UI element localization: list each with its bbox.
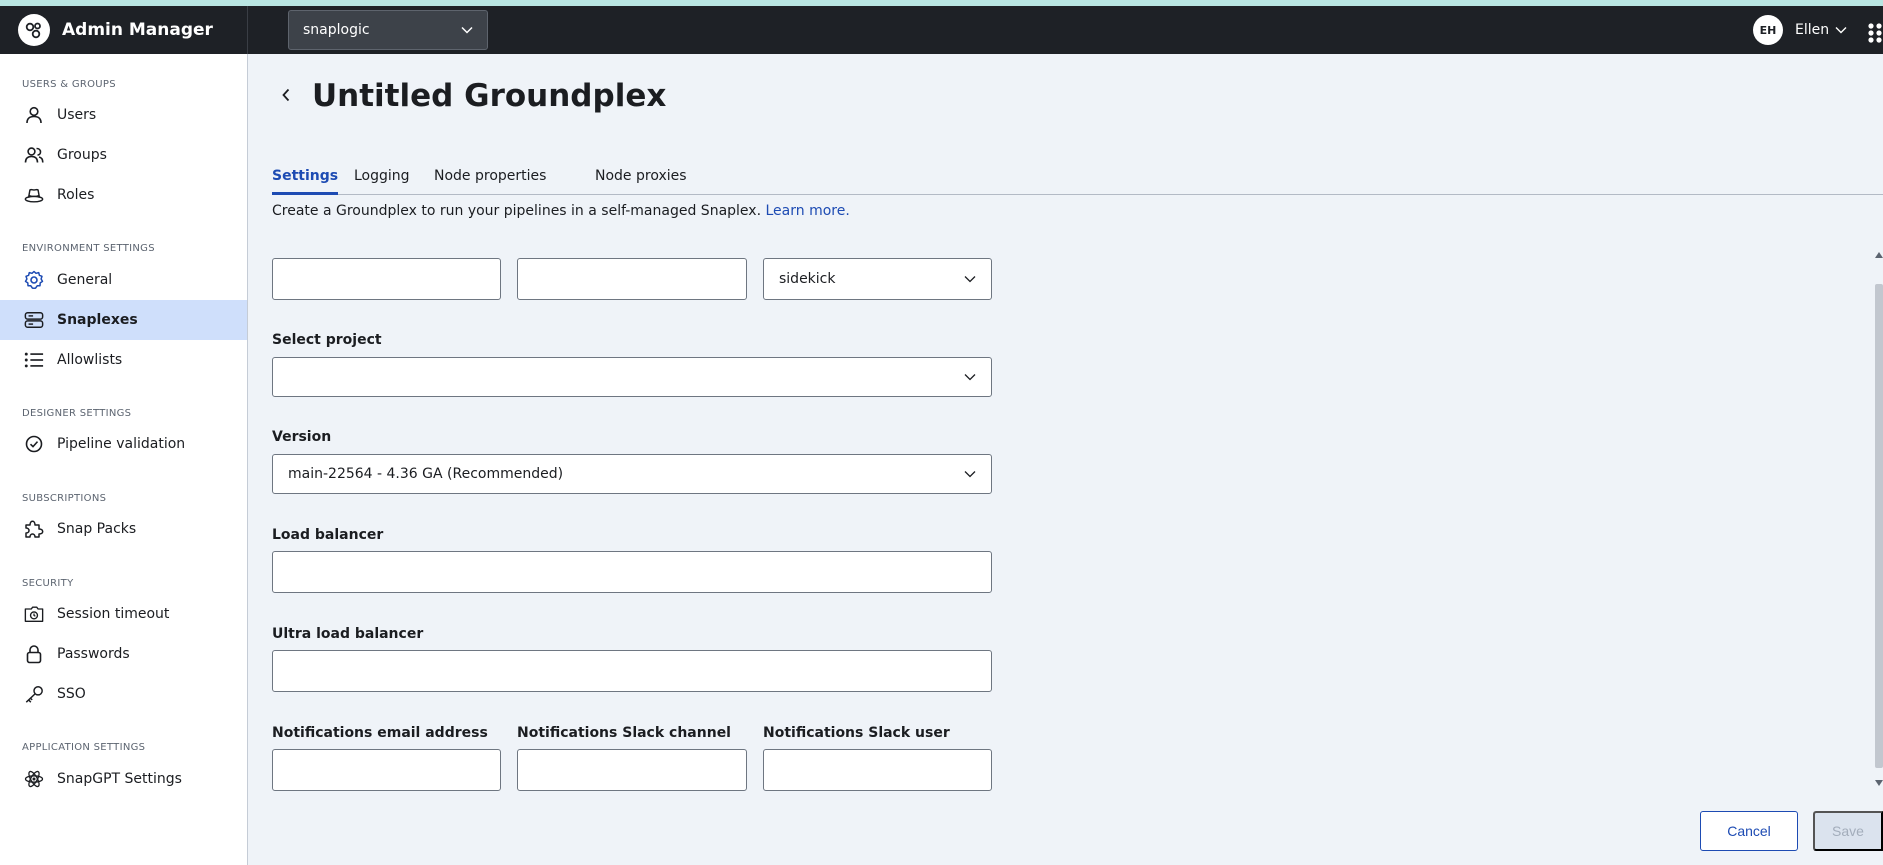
- user-menu[interactable]: EH Ellen: [1753, 15, 1847, 45]
- notifications-email-input[interactable]: [272, 749, 501, 791]
- sidebar-item-roles[interactable]: Roles: [0, 175, 247, 215]
- sidebar-item-label: Users: [57, 107, 97, 123]
- brand[interactable]: Admin Manager: [18, 14, 213, 46]
- timeout-icon: [24, 604, 44, 624]
- name-input[interactable]: [272, 258, 501, 300]
- sidebar-item-label: Passwords: [57, 646, 130, 662]
- sidebar-item-label: SnapGPT Settings: [57, 771, 182, 787]
- sidebar-item-label: Pipeline validation: [57, 436, 186, 452]
- sidebar-item-label: Snaplexes: [57, 312, 138, 328]
- node-type-value: sidekick: [779, 271, 836, 287]
- sidebar-item-snaplexes[interactable]: Snaplexes: [0, 300, 247, 340]
- notifications-slack-channel-input[interactable]: [517, 749, 747, 791]
- version-value: main-22564 - 4.36 GA (Recommended): [288, 466, 564, 482]
- main-content: Untitled Groundplex Settings Logging Nod…: [248, 54, 1883, 865]
- users-icon: [24, 145, 44, 165]
- scroll-down-arrow-icon[interactable]: [1875, 780, 1883, 786]
- org-selector[interactable]: snaplogic: [288, 10, 488, 50]
- sidebar-item-label: Session timeout: [57, 606, 170, 622]
- back-arrow-icon[interactable]: [280, 87, 292, 103]
- sidebar-section-security: SECURITY: [22, 578, 74, 589]
- node-type-select[interactable]: sidekick: [763, 258, 992, 300]
- sidebar-item-label: SSO: [57, 686, 86, 702]
- atom-icon: [24, 769, 44, 789]
- user-icon: [24, 105, 44, 125]
- sidebar-item-groups[interactable]: Groups: [0, 135, 247, 175]
- avatar: EH: [1753, 15, 1783, 45]
- notifications-slack-user-label: Notifications Slack user: [763, 725, 950, 741]
- sidebar-item-label: Roles: [57, 187, 95, 203]
- project-label: Select project: [272, 332, 382, 348]
- sidebar-item-label: Groups: [57, 147, 107, 163]
- chevron-down-icon: [1835, 27, 1847, 34]
- sidebar-section-designer-settings: DESIGNER SETTINGS: [22, 408, 132, 419]
- snaplogic-logo-icon: [18, 14, 50, 46]
- version-select[interactable]: main-22564 - 4.36 GA (Recommended): [272, 454, 992, 494]
- hat-icon: [24, 185, 44, 205]
- chevron-down-icon: [964, 471, 976, 478]
- puzzle-icon: [24, 519, 44, 539]
- tab-bar: Settings Logging Node properties Node pr…: [272, 168, 1883, 195]
- check-circle-icon: [24, 434, 44, 454]
- user-name: Ellen: [1795, 22, 1830, 38]
- location-input[interactable]: [517, 258, 747, 300]
- key-icon: [24, 684, 44, 704]
- sidebar: USERS & GROUPS Users Groups Roles ENVIRO…: [0, 54, 248, 865]
- page-description: Create a Groundplex to run your pipeline…: [272, 203, 850, 219]
- sidebar-item-users[interactable]: Users: [0, 95, 247, 135]
- notifications-email-label: Notifications email address: [272, 725, 488, 741]
- tab-logging[interactable]: Logging: [354, 168, 410, 195]
- ultra-load-balancer-input[interactable]: [272, 650, 992, 692]
- sidebar-section-application-settings: APPLICATION SETTINGS: [22, 742, 146, 753]
- app-title: Admin Manager: [62, 20, 213, 40]
- notifications-slack-user-input[interactable]: [763, 749, 992, 791]
- apps-grid-icon[interactable]: [1867, 23, 1883, 43]
- sidebar-item-sso[interactable]: SSO: [0, 674, 247, 714]
- sidebar-item-label: General: [57, 272, 113, 288]
- description-text: Create a Groundplex to run your pipeline…: [272, 203, 762, 219]
- scroll-up-arrow-icon[interactable]: [1875, 252, 1883, 258]
- list-icon: [24, 350, 44, 370]
- sidebar-section-users-groups: USERS & GROUPS: [22, 79, 116, 90]
- chevron-down-icon: [461, 26, 473, 34]
- project-select[interactable]: [272, 357, 992, 397]
- top-bar: Admin Manager snaplogic EH Ellen: [0, 6, 1883, 54]
- sidebar-item-snap-packs[interactable]: Snap Packs: [0, 509, 247, 549]
- save-button[interactable]: Save: [1813, 811, 1883, 851]
- sidebar-item-label: Allowlists: [57, 352, 123, 368]
- ultra-load-balancer-label: Ultra load balancer: [272, 626, 424, 642]
- top-divider: [247, 6, 248, 54]
- sidebar-item-session-timeout[interactable]: Session timeout: [0, 594, 247, 634]
- load-balancer-input[interactable]: [272, 551, 992, 593]
- version-label: Version: [272, 429, 332, 445]
- sidebar-section-subscriptions: SUBSCRIPTIONS: [22, 493, 107, 504]
- load-balancer-label: Load balancer: [272, 527, 384, 543]
- tab-node-proxies[interactable]: Node proxies: [595, 168, 687, 195]
- page-title: Untitled Groundplex: [312, 78, 667, 114]
- sidebar-item-passwords[interactable]: Passwords: [0, 634, 247, 674]
- chevron-down-icon: [964, 374, 976, 381]
- sidebar-item-label: Snap Packs: [57, 521, 137, 537]
- sidebar-section-environment-settings: ENVIRONMENT SETTINGS: [22, 243, 155, 254]
- cancel-button[interactable]: Cancel: [1700, 811, 1798, 851]
- lock-icon: [24, 644, 44, 664]
- chevron-down-icon: [964, 276, 976, 283]
- learn-more-link[interactable]: Learn more.: [765, 203, 849, 219]
- sidebar-item-pipeline-validation[interactable]: Pipeline validation: [0, 424, 247, 464]
- gear-icon: [24, 270, 44, 290]
- sidebar-item-general[interactable]: General: [0, 260, 247, 300]
- server-icon: [24, 310, 44, 330]
- sidebar-item-snapgpt-settings[interactable]: SnapGPT Settings: [0, 759, 247, 799]
- notifications-slack-channel-label: Notifications Slack channel: [517, 725, 731, 741]
- org-selector-value: snaplogic: [303, 22, 370, 38]
- tab-settings[interactable]: Settings: [272, 168, 339, 195]
- tab-node-properties[interactable]: Node properties: [434, 168, 546, 195]
- scrollbar-thumb[interactable]: [1875, 284, 1883, 768]
- sidebar-item-allowlists[interactable]: Allowlists: [0, 340, 247, 380]
